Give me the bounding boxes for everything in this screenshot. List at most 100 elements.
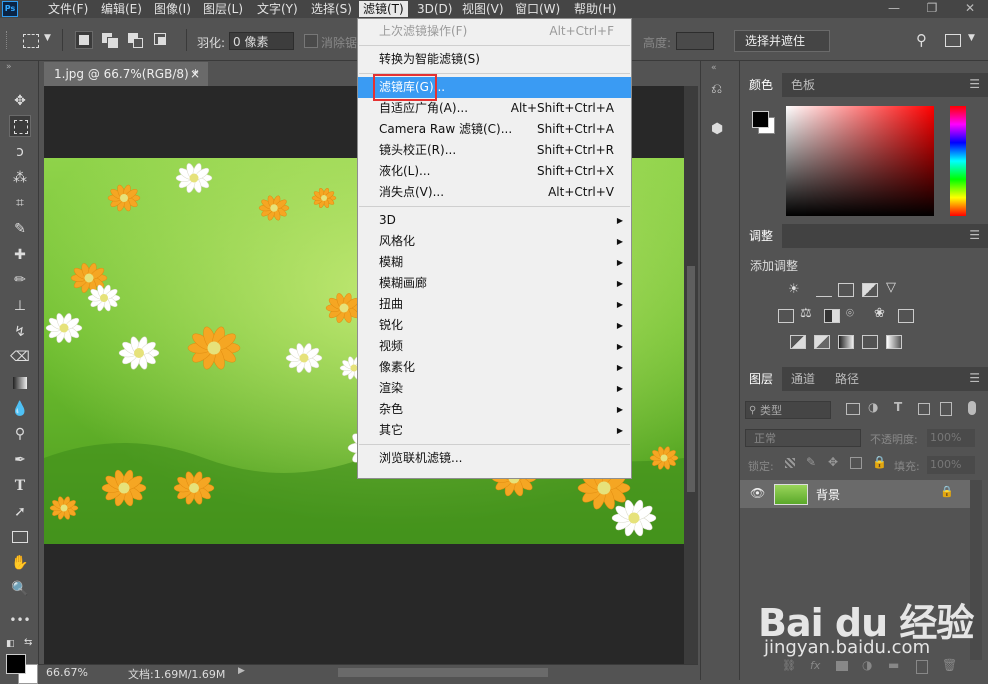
new-group-icon[interactable]: ▬ [888, 658, 899, 672]
scrollbar-thumb[interactable] [687, 266, 695, 492]
filter-menu-item[interactable]: 扭曲 ▶ [358, 294, 631, 315]
panel-menu-icon[interactable]: ☰ [969, 228, 980, 242]
filter-type-icon[interactable]: T [894, 400, 902, 414]
search-icon[interactable]: ⚲ [916, 31, 927, 49]
eyedropper-tool-icon[interactable]: ✎ [9, 218, 31, 240]
menu-3d[interactable]: 3D(D) [417, 1, 452, 17]
swap-colors-icon[interactable]: ⇆ [24, 637, 32, 648]
healing-brush-tool-icon[interactable]: ✚ [9, 244, 31, 266]
panel-menu-icon[interactable]: ☰ [969, 371, 980, 385]
document-tab[interactable]: 1.jpg @ 66.7%(RGB/8) * × [44, 62, 208, 86]
lock-transparent-icon[interactable] [785, 458, 795, 468]
close-window-icon[interactable]: ✕ [952, 0, 988, 18]
lock-pixels-icon[interactable]: ✎ [806, 455, 816, 469]
collapse-icon[interactable]: » [6, 62, 12, 72]
feather-input[interactable]: 0 像素 [229, 32, 294, 50]
link-layers-icon[interactable]: ⛓ [782, 659, 796, 672]
trash-icon[interactable]: 🗑 [942, 658, 957, 672]
layer-row[interactable]: 👁 背景 🔒 [740, 480, 970, 508]
eraser-tool-icon[interactable]: ⌫ [9, 346, 31, 368]
vibrance-icon[interactable]: ▽ [886, 280, 896, 295]
chevron-down-icon[interactable]: ▼ [44, 33, 51, 43]
path-selection-tool-icon[interactable]: ➚ [9, 501, 31, 523]
menu-image[interactable]: 图像(I) [154, 1, 191, 17]
invert-icon[interactable] [790, 335, 806, 349]
lock-position-icon[interactable]: ✥ [828, 455, 838, 469]
crop-tool-icon[interactable]: ⌗ [9, 192, 31, 214]
history-brush-tool-icon[interactable]: ↯ [9, 321, 31, 343]
lock-all-icon[interactable]: 🔒 [872, 455, 887, 469]
brightness-icon[interactable]: ☀ [788, 282, 800, 297]
clone-stamp-tool-icon[interactable]: ⊥ [9, 295, 31, 317]
filter-toggle[interactable] [968, 401, 976, 415]
posterize-icon[interactable] [814, 335, 830, 349]
filter-menu-item[interactable]: 其它 ▶ [358, 420, 631, 441]
minimize-icon[interactable]: — [876, 0, 912, 18]
curves-icon[interactable] [838, 283, 854, 297]
select-and-mask-button[interactable]: 选择并遮住 ... [734, 30, 830, 68]
filter-menu-item[interactable]: 模糊 ▶ [358, 252, 631, 273]
threshold-icon[interactable] [838, 335, 854, 349]
tab-swatches[interactable]: 色板 [782, 73, 824, 97]
hue-slider[interactable] [950, 106, 966, 216]
new-adjustment-icon[interactable]: ◑ [862, 658, 872, 672]
filter-menu-item[interactable]: 视频 ▶ [358, 336, 631, 357]
menu-type[interactable]: 文字(Y) [257, 1, 298, 17]
restore-icon[interactable]: ❐ [914, 0, 950, 18]
filter-smart-icon[interactable] [940, 402, 952, 416]
filter-pixel-icon[interactable] [846, 403, 860, 415]
foreground-color-swatch[interactable] [6, 654, 26, 674]
menu-select[interactable]: 选择(S) [311, 1, 352, 17]
pen-tool-icon[interactable]: ✒ [9, 449, 31, 471]
filter-menu-item[interactable]: 模糊画廊 ▶ [358, 273, 631, 294]
gradient-tool-icon[interactable] [9, 372, 31, 394]
fx-icon[interactable]: fx [810, 659, 820, 672]
filter-kind-select[interactable]: ⚲ 类型 [745, 401, 831, 419]
tab-color[interactable]: 颜色 [740, 73, 783, 97]
blend-mode-select[interactable]: 正常 [745, 429, 861, 447]
more-tools-icon[interactable]: ••• [9, 609, 31, 631]
antialias-checkbox[interactable] [304, 34, 318, 48]
vertical-scrollbar[interactable] [684, 86, 698, 664]
opacity-input[interactable]: 100% [927, 429, 975, 447]
color-lookup-icon[interactable] [898, 309, 914, 323]
filter-menu-item[interactable]: 像素化 ▶ [358, 357, 631, 378]
filter-menu-item[interactable]: 锐化 ▶ [358, 315, 631, 336]
move-tool-icon[interactable]: ✥ [9, 90, 31, 112]
close-tab-icon[interactable]: × [190, 62, 200, 86]
collapse-icon[interactable]: « [711, 63, 717, 73]
panel-menu-icon[interactable]: ☰ [969, 77, 980, 91]
workspace-icon[interactable] [945, 34, 961, 47]
info-arrow-icon[interactable]: ▶ [238, 666, 245, 676]
tab-adjustments[interactable]: 调整 [740, 224, 783, 248]
zoom-tool-icon[interactable]: 🔍 [9, 578, 31, 600]
menu-help[interactable]: 帮助(H) [574, 1, 616, 17]
menu-window[interactable]: 窗口(W) [515, 1, 560, 17]
default-colors-icon[interactable]: ◧ [6, 639, 15, 649]
photo-filter-icon[interactable]: ⌾ [846, 306, 854, 321]
filter-menu-item[interactable]: 3D ▶ [358, 210, 631, 231]
height-input[interactable] [676, 32, 714, 50]
history-panel-icon[interactable]: ⎌ [711, 81, 722, 97]
brush-tool-icon[interactable]: ✏ [9, 269, 31, 291]
horizontal-scrollbar[interactable] [338, 668, 548, 677]
color-panel-fg-swatch[interactable] [752, 111, 769, 128]
hue-saturation-icon[interactable] [778, 309, 794, 323]
tab-channels[interactable]: 通道 [782, 367, 824, 391]
blur-tool-icon[interactable]: 💧 [9, 398, 31, 420]
marquee-preset-icon[interactable] [23, 34, 39, 48]
menu-edit[interactable]: 编辑(E) [101, 1, 142, 17]
fill-input[interactable]: 100% [927, 456, 975, 474]
color-balance-icon[interactable]: ⚖ [800, 306, 812, 321]
marquee-tool-icon[interactable] [9, 115, 31, 137]
new-layer-icon[interactable] [916, 660, 928, 674]
hand-tool-icon[interactable]: ✋ [9, 552, 31, 574]
add-mask-icon[interactable] [836, 661, 848, 671]
filter-menu-item[interactable]: Camera Raw 滤镜(C)... Shift+Ctrl+A [358, 119, 631, 140]
zoom-level[interactable]: 66.67% [46, 666, 88, 679]
filter-menu-item[interactable]: 浏览联机滤镜... [358, 448, 631, 469]
filter-menu-item[interactable]: 渲染 ▶ [358, 378, 631, 399]
black-white-icon[interactable] [824, 309, 840, 323]
gradient-map-icon[interactable] [886, 335, 902, 349]
lock-artboard-icon[interactable] [850, 457, 862, 469]
